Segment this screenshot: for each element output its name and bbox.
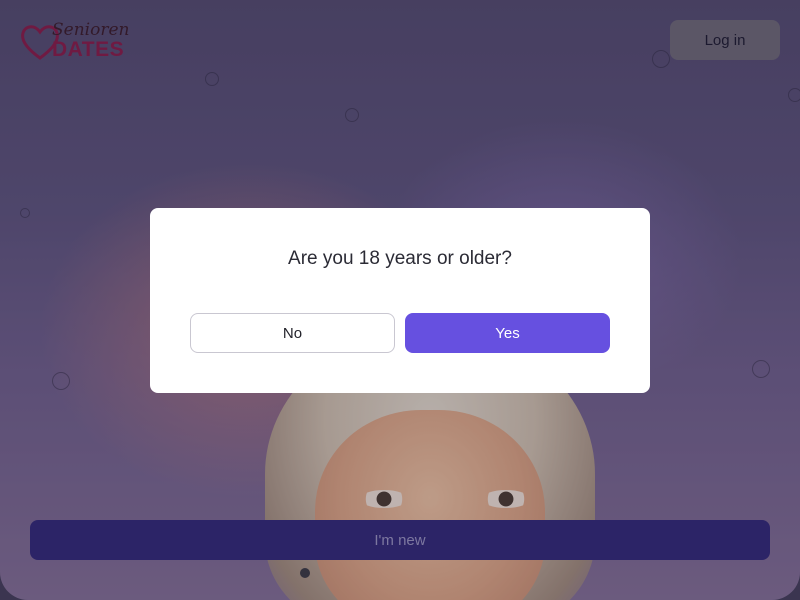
age-verification-modal: Are you 18 years or older? No Yes (150, 208, 650, 393)
im-new-button[interactable]: I'm new (30, 520, 770, 560)
no-button[interactable]: No (190, 313, 395, 353)
yes-button[interactable]: Yes (405, 313, 610, 353)
age-question: Are you 18 years or older? (288, 248, 512, 269)
